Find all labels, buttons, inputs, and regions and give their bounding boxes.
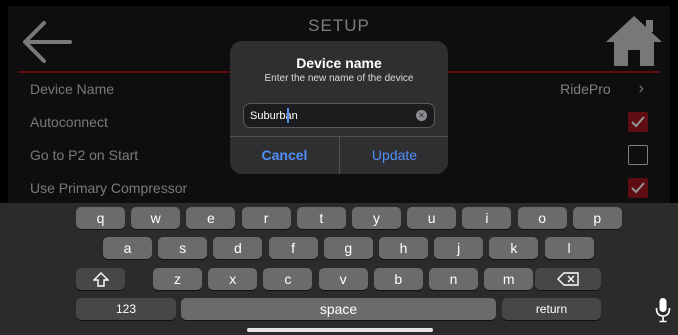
screen: SETUP Device Name RidePro › Autoconnect … <box>0 0 678 335</box>
cancel-button[interactable]: Cancel <box>230 137 339 174</box>
key-v[interactable]: v <box>318 268 368 290</box>
shift-key[interactable] <box>76 268 125 290</box>
key-e[interactable]: e <box>186 207 236 229</box>
key-a[interactable]: a <box>103 237 152 259</box>
home-indicator[interactable] <box>247 328 433 332</box>
device-name-dialog: Device name Enter the new name of the de… <box>230 41 448 174</box>
key-o[interactable]: o <box>517 207 567 229</box>
key-f[interactable]: f <box>268 237 318 259</box>
key-q[interactable]: q <box>76 207 125 229</box>
key-j[interactable]: j <box>434 237 484 259</box>
key-k[interactable]: k <box>489 237 539 259</box>
key-s[interactable]: s <box>158 237 208 259</box>
device-name-input[interactable] <box>243 103 435 128</box>
delete-backward-icon <box>557 272 579 286</box>
key-u[interactable]: u <box>407 207 457 229</box>
key-t[interactable]: t <box>296 207 346 229</box>
key-l[interactable]: l <box>544 237 594 259</box>
update-button[interactable]: Update <box>340 137 448 174</box>
key-n[interactable]: n <box>429 268 478 290</box>
microphone-icon[interactable] <box>655 297 671 323</box>
key-i[interactable]: i <box>462 207 512 229</box>
key-p[interactable]: p <box>572 207 622 229</box>
text-caret <box>287 108 289 123</box>
key-d[interactable]: d <box>213 237 263 259</box>
delete-key[interactable] <box>535 268 601 290</box>
return-key[interactable]: return <box>502 298 601 320</box>
clear-text-icon[interactable]: ✕ <box>416 110 427 121</box>
key-c[interactable]: c <box>263 268 313 290</box>
shift-icon <box>91 272 110 287</box>
key-g[interactable]: g <box>323 237 373 259</box>
key-z[interactable]: z <box>153 268 202 290</box>
key-b[interactable]: b <box>373 268 423 290</box>
key-h[interactable]: h <box>379 237 428 259</box>
dialog-message: Enter the new name of the device <box>264 73 414 84</box>
dialog-title: Device name <box>296 55 382 71</box>
numbers-key[interactable]: 123 <box>76 298 176 320</box>
key-y[interactable]: y <box>352 207 401 229</box>
key-w[interactable]: w <box>131 207 181 229</box>
key-m[interactable]: m <box>484 268 534 290</box>
space-key[interactable]: space <box>181 298 496 320</box>
key-x[interactable]: x <box>208 268 258 290</box>
key-r[interactable]: r <box>241 207 291 229</box>
